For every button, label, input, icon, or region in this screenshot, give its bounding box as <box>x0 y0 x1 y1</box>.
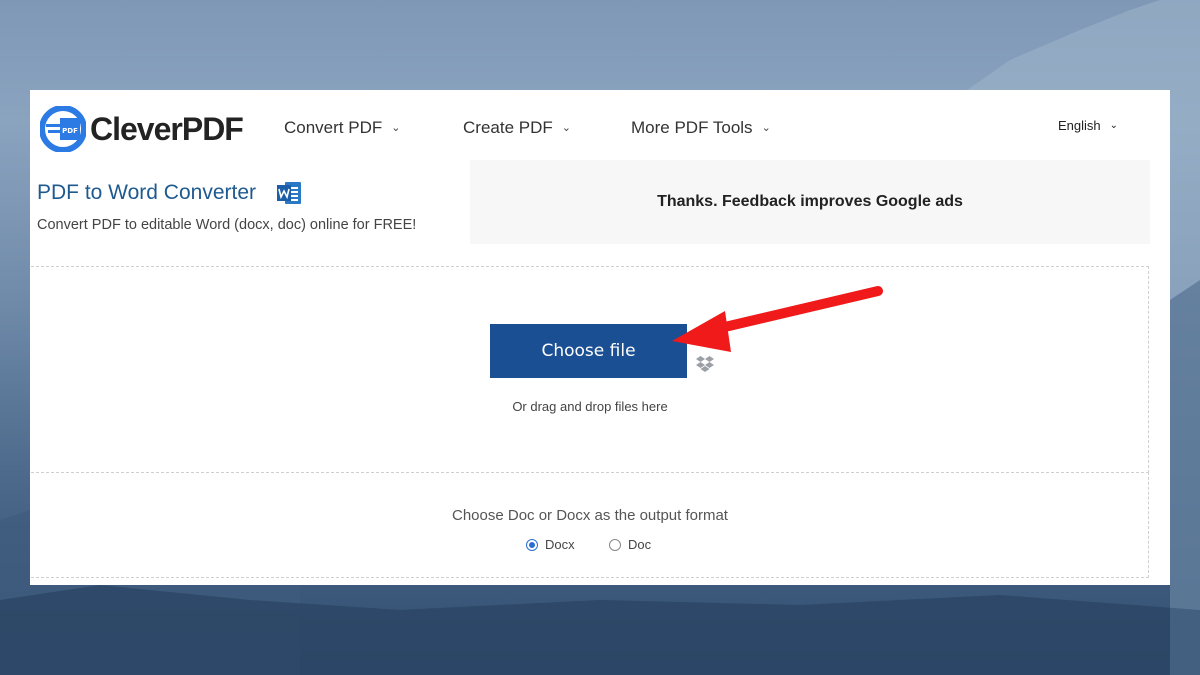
nav-create-pdf-label: Create PDF <box>463 118 553 137</box>
output-format-label: Choose Doc or Docx as the output format <box>452 507 728 524</box>
radio-doc-circle[interactable] <box>609 538 621 551</box>
output-format-section <box>31 472 1149 578</box>
cleverpdf-logo-icon: PDF <box>40 106 86 152</box>
radio-doc[interactable]: Doc <box>609 537 651 552</box>
radio-docx-label: Docx <box>545 537 575 552</box>
brand-name: CleverPDF <box>90 110 244 147</box>
radio-docx[interactable]: Docx <box>526 537 575 552</box>
choose-file-button[interactable]: Choose file <box>490 324 687 378</box>
language-selector[interactable]: English ⌄ <box>1058 118 1118 133</box>
chevron-down-icon: ⌄ <box>391 121 401 134</box>
nav-more-pdf-tools-label: More PDF Tools <box>631 118 753 137</box>
dropbox-icon[interactable] <box>696 355 714 373</box>
page-subtitle: Convert PDF to editable Word (docx, doc)… <box>37 217 417 233</box>
chevron-down-icon: ⌄ <box>561 121 571 134</box>
cleverpdf-logo[interactable]: PDF CleverPDF <box>40 105 244 153</box>
page-title-text: PDF to Word Converter <box>37 181 257 204</box>
chevron-down-icon: ⌄ <box>761 121 771 134</box>
ad-feedback-text: Thanks. Feedback improves Google ads <box>657 193 963 210</box>
language-label: English <box>1058 118 1101 133</box>
ad-feedback-box: Thanks. Feedback improves Google ads <box>470 160 1150 244</box>
word-icon <box>277 182 302 204</box>
chevron-down-icon: ⌄ <box>1109 120 1119 131</box>
nav-create-pdf[interactable]: Create PDF ⌄ <box>463 118 571 138</box>
nav-convert-pdf-label: Convert PDF <box>284 118 383 137</box>
page-title: PDF to Word Converter <box>37 180 302 206</box>
radio-doc-label: Doc <box>628 537 652 552</box>
nav-convert-pdf[interactable]: Convert PDF ⌄ <box>284 118 400 138</box>
logo-badge-text: PDF <box>62 127 78 135</box>
radio-docx-circle[interactable] <box>526 538 538 551</box>
nav-more-pdf-tools[interactable]: More PDF Tools ⌄ <box>631 118 771 138</box>
browser-page: PDF CleverPDF Convert PDF ⌄ Create PDF ⌄… <box>30 90 1170 585</box>
drag-drop-hint: Or drag and drop files here <box>512 399 668 414</box>
